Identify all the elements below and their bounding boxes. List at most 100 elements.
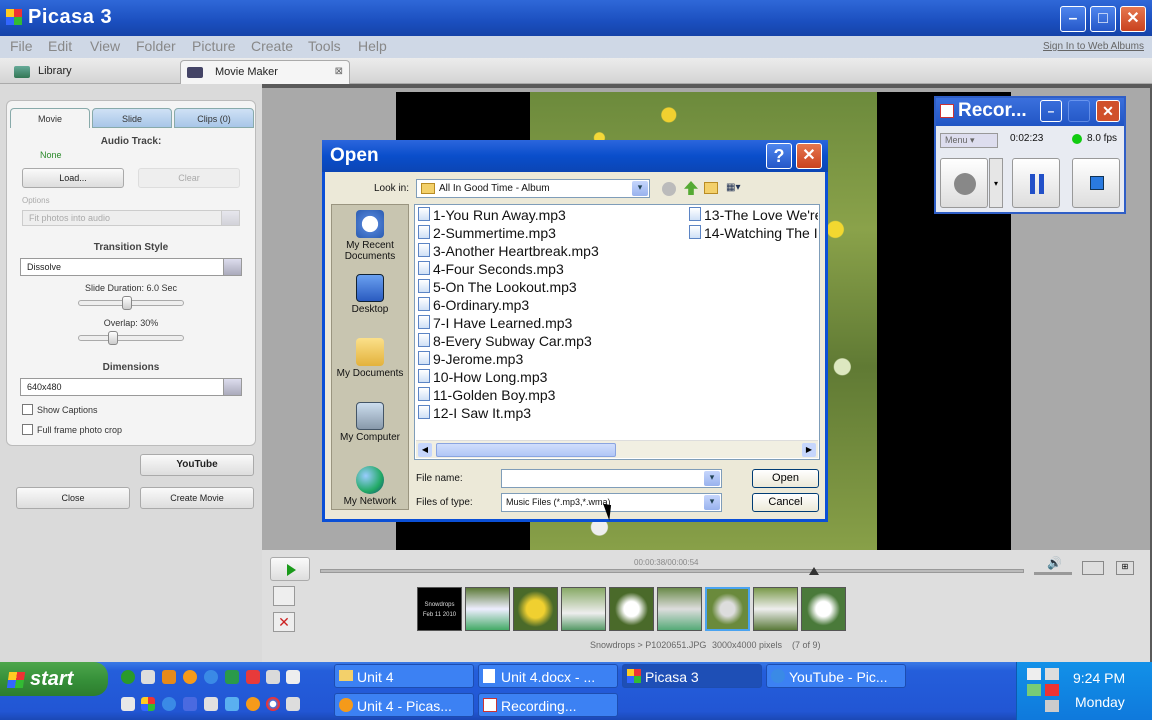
- aspect-icon[interactable]: ⊞: [1116, 561, 1134, 575]
- tray-icon[interactable]: [1027, 668, 1041, 680]
- clip-thumbnail[interactable]: [465, 587, 510, 631]
- back-icon[interactable]: [662, 182, 676, 196]
- cancel-button[interactable]: Cancel: [752, 493, 819, 512]
- recorder-maximize-button[interactable]: [1068, 100, 1090, 122]
- file-item[interactable]: 12-I Saw It.mp3: [418, 405, 686, 421]
- full-frame-checkbox[interactable]: [22, 424, 33, 435]
- menu-edit[interactable]: Edit: [48, 38, 72, 54]
- sign-in-link[interactable]: Sign In to Web Albums: [1043, 41, 1144, 52]
- chrome-icon[interactable]: [266, 697, 280, 711]
- slide-duration-slider[interactable]: [78, 296, 184, 310]
- place-my-documents[interactable]: My Documents: [331, 338, 409, 379]
- record-options-dropdown[interactable]: ▾: [989, 158, 1003, 208]
- file-item[interactable]: 1-You Run Away.mp3: [418, 207, 686, 223]
- menu-folder[interactable]: Folder: [136, 38, 176, 54]
- scroll-right-icon[interactable]: ▶: [802, 443, 816, 457]
- clip-thumbnail[interactable]: [609, 587, 654, 631]
- stop-button[interactable]: [1072, 158, 1120, 208]
- close-window-button[interactable]: ✕: [1120, 6, 1146, 32]
- task-unit4-docx[interactable]: Unit 4.docx - ...: [478, 664, 618, 688]
- quicklaunch-icon[interactable]: [121, 697, 135, 711]
- timeline-scrubber[interactable]: [320, 567, 1024, 575]
- firefox-icon[interactable]: [183, 670, 197, 684]
- dimensions-select[interactable]: 640x480: [20, 378, 242, 396]
- task-unit4-folder[interactable]: Unit 4: [334, 664, 474, 688]
- clip-thumbnail[interactable]: [561, 587, 606, 631]
- file-item[interactable]: 5-On The Lookout.mp3: [418, 279, 686, 295]
- delete-icon[interactable]: ✕: [273, 612, 295, 632]
- menu-help[interactable]: Help: [358, 38, 387, 54]
- clip-thumbnail[interactable]: [801, 587, 846, 631]
- title-slide-thumbnail[interactable]: Snowdrops Feb 11 2010: [417, 587, 462, 631]
- file-item[interactable]: 6-Ordinary.mp3: [418, 297, 686, 313]
- views-menu-icon[interactable]: ▦▾: [726, 182, 748, 195]
- menu-tools[interactable]: Tools: [308, 38, 341, 54]
- tab-movie-maker[interactable]: Movie Maker ⊠: [180, 60, 350, 84]
- quicklaunch-icon[interactable]: [121, 670, 135, 684]
- close-tab-icon[interactable]: ⊠: [335, 61, 343, 83]
- network-icon[interactable]: [1027, 684, 1041, 696]
- tab-library[interactable]: Library: [4, 60, 176, 84]
- show-captions-checkbox[interactable]: [22, 404, 33, 415]
- tray-icon[interactable]: [1045, 668, 1059, 680]
- place-desktop[interactable]: Desktop: [331, 274, 409, 315]
- start-button[interactable]: start: [0, 662, 108, 696]
- menu-picture[interactable]: Picture: [192, 38, 236, 54]
- quicklaunch-icon[interactable]: [286, 697, 300, 711]
- options-select[interactable]: Fit photos into audio: [22, 210, 240, 226]
- place-recent-documents[interactable]: My Recent Documents: [331, 210, 409, 262]
- menu-view[interactable]: View: [90, 38, 120, 54]
- file-item[interactable]: 14-Watching The I: [689, 225, 818, 241]
- maximize-button[interactable]: □: [1090, 6, 1116, 32]
- recorder-close-button[interactable]: ✕: [1096, 100, 1120, 122]
- recorder-menu-button[interactable]: Menu ▾: [940, 133, 998, 148]
- slider-thumb[interactable]: [107, 331, 118, 345]
- quicklaunch-icon[interactable]: [141, 670, 155, 684]
- youtube-button[interactable]: YouTube: [140, 454, 254, 476]
- recorder-minimize-button[interactable]: –: [1040, 100, 1062, 122]
- create-movie-button[interactable]: Create Movie: [140, 487, 254, 509]
- scrubber-marker[interactable]: [808, 567, 819, 575]
- clear-button[interactable]: Clear: [138, 168, 240, 188]
- record-button[interactable]: [940, 158, 988, 208]
- file-item[interactable]: 9-Jerome.mp3: [418, 351, 686, 367]
- file-item[interactable]: 13-The Love We're: [689, 207, 818, 223]
- quicklaunch-icon[interactable]: [204, 697, 218, 711]
- quicklaunch-icon[interactable]: [286, 670, 300, 684]
- file-item[interactable]: 2-Summertime.mp3: [418, 225, 686, 241]
- look-in-select[interactable]: All In Good Time - Album ▾: [416, 179, 650, 198]
- firefox-icon[interactable]: [246, 697, 260, 711]
- clip-thumbnail[interactable]: [657, 587, 702, 631]
- file-item[interactable]: 7-I Have Learned.mp3: [418, 315, 686, 331]
- slider-thumb[interactable]: [122, 296, 133, 310]
- task-picasa[interactable]: Picasa 3: [622, 664, 762, 688]
- clip-thumbnail[interactable]: [513, 587, 558, 631]
- quicklaunch-icon[interactable]: [162, 670, 176, 684]
- pause-button[interactable]: [1012, 158, 1060, 208]
- place-my-computer[interactable]: My Computer: [331, 402, 409, 443]
- task-youtube[interactable]: YouTube - Pic...: [766, 664, 906, 688]
- tray-icon[interactable]: [1045, 700, 1059, 712]
- quicklaunch-icon[interactable]: [162, 697, 176, 711]
- minimize-button[interactable]: –: [1060, 6, 1086, 32]
- new-folder-icon[interactable]: [704, 182, 718, 194]
- task-recording[interactable]: Recording...: [478, 693, 618, 717]
- file-item[interactable]: 4-Four Seconds.mp3: [418, 261, 686, 277]
- close-button[interactable]: Close: [16, 487, 130, 509]
- transition-select[interactable]: Dissolve: [20, 258, 242, 276]
- quicklaunch-icon[interactable]: [246, 670, 260, 684]
- quicklaunch-icon[interactable]: [225, 697, 239, 711]
- internet-explorer-icon[interactable]: [204, 670, 218, 684]
- place-my-network[interactable]: My Network: [331, 466, 409, 507]
- quicklaunch-icon[interactable]: [183, 697, 197, 711]
- picasa-icon[interactable]: [141, 697, 155, 711]
- menu-file[interactable]: File: [10, 38, 33, 54]
- play-button[interactable]: [270, 557, 310, 581]
- file-item[interactable]: 3-Another Heartbreak.mp3: [418, 243, 686, 259]
- load-button[interactable]: Load...: [22, 168, 124, 188]
- quicklaunch-icon[interactable]: [266, 670, 280, 684]
- file-item[interactable]: 8-Every Subway Car.mp3: [418, 333, 686, 349]
- help-button[interactable]: ?: [766, 143, 792, 169]
- file-name-input[interactable]: ▾: [501, 469, 722, 488]
- menu-create[interactable]: Create: [251, 38, 293, 54]
